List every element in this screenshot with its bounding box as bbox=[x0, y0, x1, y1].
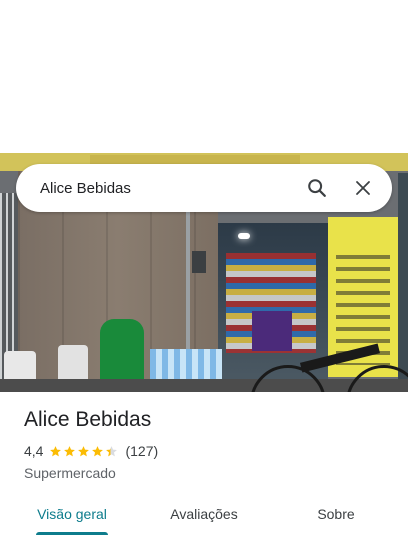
star-icon bbox=[50, 445, 62, 456]
star-icon bbox=[78, 445, 90, 456]
tab-label: Sobre bbox=[317, 506, 355, 522]
blank-area bbox=[0, 0, 408, 153]
tab-overview[interactable]: Visão geral bbox=[20, 494, 124, 534]
door-edge bbox=[398, 173, 408, 392]
place-title: Alice Bebidas bbox=[24, 408, 152, 431]
search-bar[interactable]: Alice Bebidas bbox=[16, 164, 392, 212]
place-category[interactable]: Supermercado bbox=[24, 465, 116, 481]
tab-label: Avaliações bbox=[170, 506, 238, 522]
star-icon bbox=[92, 445, 104, 456]
tab-about[interactable]: Sobre bbox=[284, 494, 388, 534]
star-icon bbox=[106, 445, 118, 456]
ceiling-light bbox=[238, 233, 250, 239]
star-rating bbox=[49, 445, 119, 458]
review-count[interactable]: (127) bbox=[125, 443, 158, 459]
tab-label: Visão geral bbox=[37, 506, 107, 522]
search-input[interactable]: Alice Bebidas bbox=[40, 180, 286, 197]
tab-bar: Visão geral Avaliações Sobre bbox=[0, 494, 408, 535]
tab-reviews[interactable]: Avaliações bbox=[152, 494, 256, 534]
star-icon bbox=[64, 445, 76, 456]
rating-row[interactable]: 4,4 (127) bbox=[24, 443, 158, 459]
close-icon[interactable] bbox=[348, 173, 378, 203]
search-icon[interactable] bbox=[302, 173, 332, 203]
meter-box bbox=[192, 251, 206, 273]
sidewalk bbox=[0, 379, 408, 392]
promo-display bbox=[252, 311, 292, 351]
green-chair bbox=[100, 319, 144, 383]
active-tab-indicator bbox=[36, 532, 108, 535]
rating-value: 4,4 bbox=[24, 443, 44, 459]
